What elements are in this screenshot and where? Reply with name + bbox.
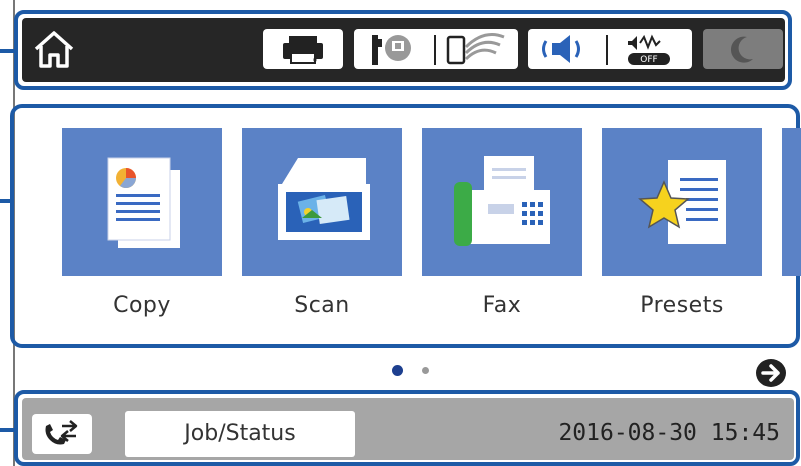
fax-machine-icon: [454, 156, 550, 246]
quiet-off-badge-text: OFF: [640, 55, 658, 65]
scanner-icon: [278, 158, 370, 240]
sound-status-icons: [542, 34, 670, 65]
copy-label: Copy: [113, 293, 171, 318]
speaker-icon: [542, 35, 580, 63]
fax-label: Fax: [482, 293, 522, 318]
top-callout-tick: [0, 49, 14, 53]
home-icon[interactable]: [30, 25, 78, 73]
network-status-button[interactable]: [354, 29, 518, 69]
arrow-right-icon: [761, 364, 780, 382]
next-tile-partial[interactable]: [782, 128, 801, 276]
copy-tile[interactable]: [62, 128, 222, 276]
fax-tile[interactable]: [422, 128, 582, 276]
star-document-icon: [638, 160, 726, 244]
scan-label: Scan: [294, 293, 350, 318]
sleep-button[interactable]: [703, 29, 783, 69]
network-status-icons: [372, 33, 505, 65]
bottom-callout-tick: [0, 428, 14, 432]
sleep-moon-icon: [730, 36, 753, 63]
page-dot-active[interactable]: [392, 365, 403, 376]
sound-status-button[interactable]: OFF: [528, 29, 692, 69]
presets-tile[interactable]: [602, 128, 762, 276]
copy-document-icon: [107, 157, 180, 248]
scan-tile[interactable]: [242, 128, 402, 276]
fax-transfer-icon: [45, 420, 78, 445]
next-page-button[interactable]: [756, 359, 786, 387]
fax-data-button[interactable]: [32, 414, 92, 454]
datetime-display: 2016-08-30 15:45: [558, 420, 780, 446]
memory-device-icon: [372, 35, 411, 65]
printer-status-button[interactable]: [263, 29, 343, 69]
wifi-direct-icon: [446, 33, 505, 65]
presets-label: Presets: [640, 293, 724, 318]
printer-icon: [283, 36, 323, 64]
job-status-button[interactable]: Job/Status: [125, 411, 355, 457]
page-dot[interactable]: [422, 367, 429, 374]
